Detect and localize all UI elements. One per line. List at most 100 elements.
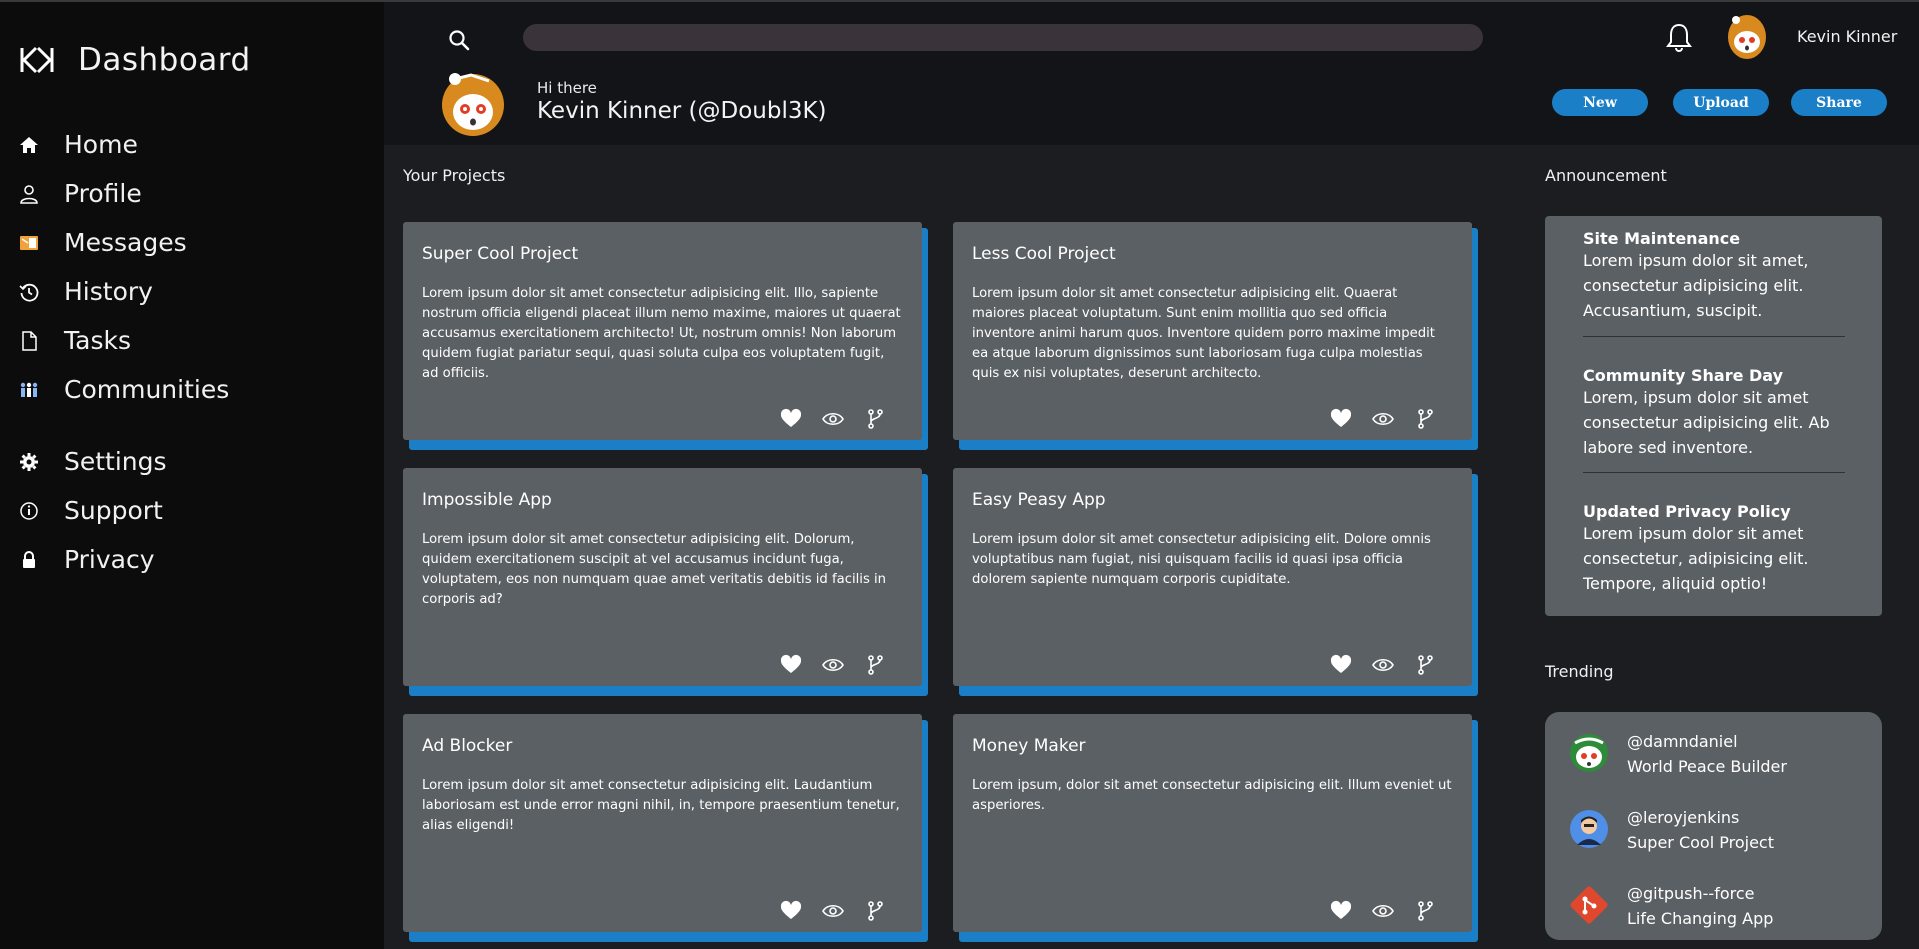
sidebar-item-label: Privacy bbox=[64, 545, 155, 574]
project-description: Lorem ipsum dolor sit amet consectetur a… bbox=[422, 532, 887, 607]
home-icon bbox=[18, 134, 40, 156]
search-icon[interactable] bbox=[447, 28, 471, 52]
project-card[interactable]: Ad Blocker Lorem ipsum dolor sit amet co… bbox=[403, 714, 928, 942]
sidebar-item-privacy[interactable]: Privacy bbox=[18, 535, 229, 584]
profile-avatar bbox=[442, 73, 504, 136]
divider bbox=[1583, 472, 1845, 473]
sidebar-item-profile[interactable]: Profile bbox=[18, 169, 229, 218]
sidebar-item-communities[interactable]: Communities bbox=[18, 365, 229, 414]
fork-icon[interactable] bbox=[864, 408, 886, 430]
profile-name: Kevin Kinner (@Doubl3K) bbox=[537, 98, 827, 124]
trending-item[interactable]: @damndaniel World Peace Builder bbox=[1569, 729, 1787, 779]
heart-icon[interactable] bbox=[1330, 900, 1352, 922]
brand-title: Dashboard bbox=[78, 42, 251, 78]
info-icon bbox=[18, 500, 40, 522]
project-title[interactable]: Money Maker bbox=[972, 736, 1453, 756]
trending-text: @leroyjenkins Super Cool Project bbox=[1627, 805, 1774, 855]
announcement-text: Lorem, ipsum dolor sit amet consectetur … bbox=[1583, 388, 1830, 457]
sidebar-item-label: Support bbox=[64, 496, 163, 525]
eye-icon[interactable] bbox=[822, 408, 844, 430]
git-icon bbox=[1570, 886, 1608, 924]
trending-text: @damndaniel World Peace Builder bbox=[1627, 729, 1787, 779]
new-button[interactable]: New bbox=[1552, 89, 1648, 116]
heart-icon[interactable] bbox=[780, 900, 802, 922]
header-username[interactable]: Kevin Kinner bbox=[1797, 27, 1897, 46]
brand[interactable]: Dashboard bbox=[18, 42, 251, 78]
project-card-body: Impossible App Lorem ipsum dolor sit ame… bbox=[403, 468, 922, 686]
sidebar-item-messages[interactable]: Messages bbox=[18, 218, 229, 267]
sidebar-item-label: Messages bbox=[64, 228, 187, 257]
project-card-body: Super Cool Project Lorem ipsum dolor sit… bbox=[403, 222, 922, 440]
trending-item[interactable]: @leroyjenkins Super Cool Project bbox=[1569, 805, 1774, 855]
fork-icon[interactable] bbox=[864, 654, 886, 676]
eye-icon[interactable] bbox=[822, 900, 844, 922]
upload-button[interactable]: Upload bbox=[1673, 89, 1769, 116]
project-card-body: Money Maker Lorem ipsum, dolor sit amet … bbox=[953, 714, 1472, 932]
lock-icon bbox=[18, 549, 40, 571]
trending-handle[interactable]: @leroyjenkins bbox=[1627, 805, 1774, 830]
project-title[interactable]: Ad Blocker bbox=[422, 736, 903, 756]
sidebar-item-label: History bbox=[64, 277, 153, 306]
sidebar-nav: Home Profile Messages History Tasks Comm… bbox=[18, 120, 229, 584]
eye-icon[interactable] bbox=[1372, 900, 1394, 922]
project-card[interactable]: Money Maker Lorem ipsum, dolor sit amet … bbox=[953, 714, 1478, 942]
project-title[interactable]: Super Cool Project bbox=[422, 244, 903, 264]
project-title[interactable]: Easy Peasy App bbox=[972, 490, 1453, 510]
trending-panel: @damndaniel World Peace Builder @leroyje… bbox=[1545, 712, 1882, 940]
card-actions bbox=[780, 654, 886, 676]
fork-icon[interactable] bbox=[1414, 408, 1436, 430]
sidebar-item-history[interactable]: History bbox=[18, 267, 229, 316]
sidebar-item-home[interactable]: Home bbox=[18, 120, 229, 169]
announcement-text: Lorem ipsum dolor sit amet, consectetur … bbox=[1583, 251, 1809, 320]
avatar[interactable] bbox=[1726, 12, 1768, 60]
announcement-panel: Site Maintenance Lorem ipsum dolor sit a… bbox=[1545, 216, 1882, 616]
project-title[interactable]: Impossible App bbox=[422, 490, 903, 510]
people-icon bbox=[18, 379, 40, 401]
bell-icon[interactable] bbox=[1664, 22, 1694, 54]
fork-icon[interactable] bbox=[1414, 900, 1436, 922]
heart-icon[interactable] bbox=[780, 654, 802, 676]
document-icon bbox=[18, 330, 40, 352]
search-input[interactable] bbox=[523, 24, 1483, 51]
project-card-body: Ad Blocker Lorem ipsum dolor sit amet co… bbox=[403, 714, 922, 932]
announcement-heading: Announcement bbox=[1545, 166, 1667, 185]
trending-heading: Trending bbox=[1545, 662, 1614, 681]
sidebar-item-label: Home bbox=[64, 130, 138, 159]
sidebar: Dashboard Home Profile Messages History bbox=[0, 2, 384, 949]
project-description: Lorem ipsum dolor sit amet consectetur a… bbox=[972, 286, 1435, 381]
announcement-title[interactable]: Community Share Day bbox=[1583, 366, 1845, 385]
project-title[interactable]: Less Cool Project bbox=[972, 244, 1453, 264]
eye-icon[interactable] bbox=[1372, 408, 1394, 430]
fork-icon[interactable] bbox=[1414, 654, 1436, 676]
project-description: Lorem ipsum dolor sit amet consectetur a… bbox=[972, 532, 1431, 587]
trending-project[interactable]: World Peace Builder bbox=[1627, 754, 1787, 779]
announcement-title[interactable]: Site Maintenance bbox=[1583, 229, 1845, 248]
trending-handle[interactable]: @gitpush--force bbox=[1627, 881, 1773, 906]
project-card[interactable]: Easy Peasy App Lorem ipsum dolor sit ame… bbox=[953, 468, 1478, 696]
sidebar-item-label: Settings bbox=[64, 447, 167, 476]
eye-icon[interactable] bbox=[1372, 654, 1394, 676]
project-card-body: Less Cool Project Lorem ipsum dolor sit … bbox=[953, 222, 1472, 440]
sidebar-item-label: Profile bbox=[64, 179, 142, 208]
project-card[interactable]: Less Cool Project Lorem ipsum dolor sit … bbox=[953, 222, 1478, 450]
heart-icon[interactable] bbox=[780, 408, 802, 430]
avatar bbox=[1570, 810, 1608, 848]
sidebar-item-settings[interactable]: Settings bbox=[18, 437, 229, 486]
trending-handle[interactable]: @damndaniel bbox=[1627, 729, 1787, 754]
heart-icon[interactable] bbox=[1330, 408, 1352, 430]
announcement-title[interactable]: Updated Privacy Policy bbox=[1583, 502, 1845, 521]
trending-project[interactable]: Super Cool Project bbox=[1627, 830, 1774, 855]
card-actions bbox=[780, 408, 886, 430]
trending-item[interactable]: @gitpush--force Life Changing App bbox=[1569, 881, 1773, 931]
fork-icon[interactable] bbox=[864, 900, 886, 922]
project-card[interactable]: Impossible App Lorem ipsum dolor sit ame… bbox=[403, 468, 928, 696]
sidebar-item-support[interactable]: Support bbox=[18, 486, 229, 535]
project-card[interactable]: Super Cool Project Lorem ipsum dolor sit… bbox=[403, 222, 928, 450]
trending-project[interactable]: Life Changing App bbox=[1627, 906, 1773, 931]
sidebar-item-tasks[interactable]: Tasks bbox=[18, 316, 229, 365]
kk-logo-icon bbox=[20, 46, 54, 74]
card-actions bbox=[1330, 654, 1436, 676]
heart-icon[interactable] bbox=[1330, 654, 1352, 676]
share-button[interactable]: Share bbox=[1791, 89, 1887, 116]
eye-icon[interactable] bbox=[822, 654, 844, 676]
